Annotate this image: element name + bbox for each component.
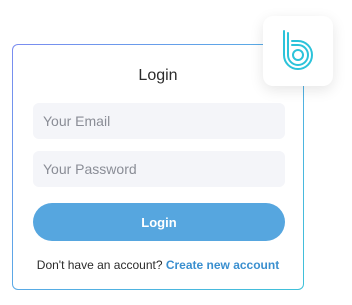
b-logo-icon (274, 25, 322, 78)
login-page: Login Login Don't have an account? Creat… (0, 0, 352, 305)
signup-line: Don't have an account? Create new accoun… (13, 258, 303, 272)
login-card: Login Login Don't have an account? Creat… (12, 44, 304, 290)
login-title: Login (138, 67, 178, 84)
create-account-link[interactable]: Create new account (166, 258, 279, 272)
brand-logo-tile (263, 16, 333, 86)
password-field[interactable] (33, 151, 285, 187)
login-button[interactable]: Login (33, 203, 285, 241)
email-field[interactable] (33, 103, 285, 139)
signup-prompt: Don't have an account? (36, 258, 163, 272)
